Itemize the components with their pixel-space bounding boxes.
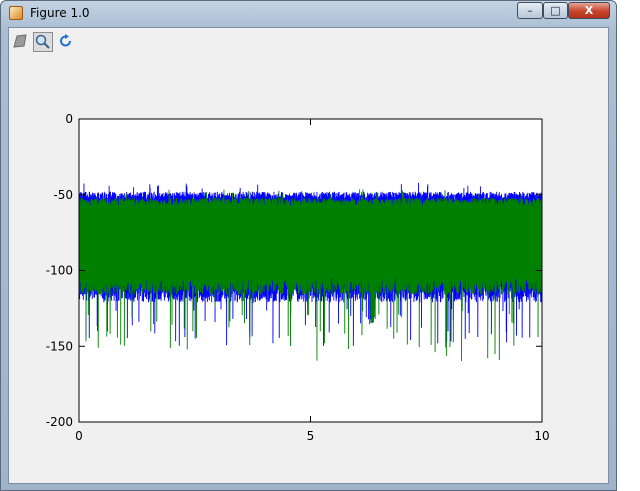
y-tick-label: -150 (46, 339, 73, 353)
x-tick-label: 10 (534, 429, 549, 443)
y-tick-label: 0 (65, 112, 73, 126)
y-tick-label: -100 (46, 264, 73, 278)
plot-area: 0 5 10 0 -50 -100 -150 -200 (46, 112, 550, 443)
close-button[interactable]: X (568, 2, 610, 19)
figure-window: Figure 1.0 – □ X 0 5 10 0 -50 -100 -150 … (0, 0, 617, 491)
figure-client-area: 0 5 10 0 -50 -100 -150 -200 (8, 27, 609, 484)
title-bar[interactable]: Figure 1.0 – □ X (1, 1, 616, 27)
window-title: Figure 1.0 (30, 6, 90, 20)
x-tick-label: 0 (75, 429, 83, 443)
x-tick-label: 5 (307, 429, 315, 443)
maximize-button[interactable]: □ (543, 2, 568, 19)
java-app-icon (9, 6, 23, 20)
y-tick-label: -200 (46, 415, 73, 429)
y-tick-label: -50 (53, 188, 73, 202)
minimize-button[interactable]: – (517, 2, 543, 19)
